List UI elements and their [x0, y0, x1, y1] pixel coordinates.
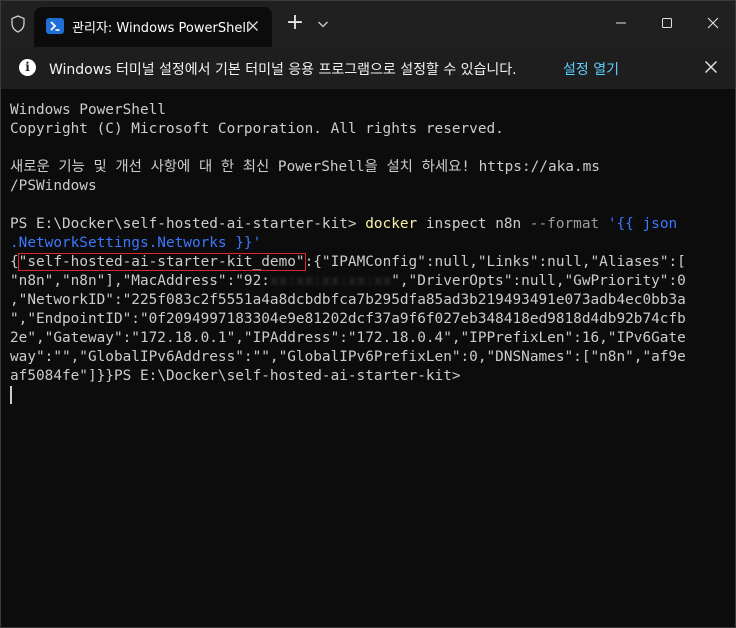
- redacted-mac-address: xx:xx:xx:xx:xx: [269, 273, 392, 289]
- tab-close-button[interactable]: [240, 13, 266, 39]
- output-line: "n8n","n8n"],"MacAddress":"92:xx:xx:xx:x…: [10, 272, 726, 291]
- chevron-down-icon[interactable]: [313, 14, 333, 34]
- output-text: {: [10, 254, 19, 270]
- output-line: way":"","GlobalIPv6Address":"","GlobalIP…: [10, 349, 686, 365]
- minimize-button[interactable]: [601, 9, 641, 37]
- command-string: '{{ json: [599, 216, 678, 232]
- output-text: "n8n","n8n"],"MacAddress":"92:: [10, 273, 270, 289]
- info-bar: i Windows 터미널 설정에서 기본 터미널 응용 프로그램으로 설정할 …: [1, 47, 735, 89]
- info-message: Windows 터미널 설정에서 기본 터미널 응용 프로그램으로 설정할 수 …: [49, 62, 517, 78]
- cursor-line: [10, 386, 726, 405]
- copyright-line: Copyright (C) Microsoft Corporation. All…: [10, 121, 504, 137]
- maximize-button[interactable]: [647, 9, 687, 37]
- command-line: PS E:\Docker\self-hosted-ai-starter-kit>…: [10, 215, 726, 234]
- terminal-window: 관리자: Windows PowerShell + i Windows 터미널 …: [0, 0, 736, 628]
- install-message-line: /PSWindows: [10, 178, 97, 194]
- tab-title: 관리자: Windows PowerShell: [72, 21, 250, 36]
- info-icon: i: [19, 59, 36, 76]
- output-line: ","EndpointID":"0f2094997183304e9e81202d…: [10, 311, 686, 327]
- command-string: .NetworkSettings.Networks }}': [10, 235, 262, 251]
- command-args: inspect n8n: [417, 216, 530, 232]
- shield-icon: [11, 15, 25, 33]
- command-flag: --format: [529, 216, 600, 232]
- close-icon: [248, 21, 258, 31]
- banner-line: Windows PowerShell: [10, 102, 166, 118]
- text-cursor: [10, 386, 12, 404]
- terminal-output[interactable]: Windows PowerShell Copyright (C) Microso…: [10, 101, 726, 405]
- install-message-line: 새로운 기능 및 개선 사항에 대 한 최신 PowerShell을 설치 하세…: [10, 159, 600, 175]
- output-text: :{"IPAMConfig":null,"Links":null,"Aliase…: [304, 254, 686, 270]
- output-text: ","DriverOpts":null,"GwPriority":0: [391, 273, 686, 289]
- title-bar[interactable]: 관리자: Windows PowerShell +: [1, 1, 735, 47]
- tab-powershell[interactable]: 관리자: Windows PowerShell: [34, 7, 272, 47]
- command-line: .NetworkSettings.Networks }}': [10, 234, 726, 253]
- output-line: {"self-hosted-ai-starter-kit_demo":{"IPA…: [10, 253, 726, 272]
- command-name: docker: [365, 216, 418, 232]
- output-line: 2e","Gateway":"172.18.0.1","IPAddress":"…: [10, 330, 686, 346]
- output-line: af5084fe"]}}PS E:\Docker\self-hosted-ai-…: [10, 368, 461, 384]
- prompt: PS E:\Docker\self-hosted-ai-starter-kit>: [10, 216, 366, 232]
- highlighted-network-name: "self-hosted-ai-starter-kit_demo": [17, 253, 306, 271]
- output-line: ,"NetworkID":"225f083c2f5551a4a8dcbdbfca…: [10, 292, 686, 308]
- powershell-icon: [46, 18, 64, 34]
- new-tab-button[interactable]: +: [283, 12, 307, 36]
- info-close-button[interactable]: [701, 57, 721, 77]
- open-settings-link[interactable]: 설정 열기: [563, 59, 619, 79]
- window-close-button[interactable]: [693, 9, 733, 37]
